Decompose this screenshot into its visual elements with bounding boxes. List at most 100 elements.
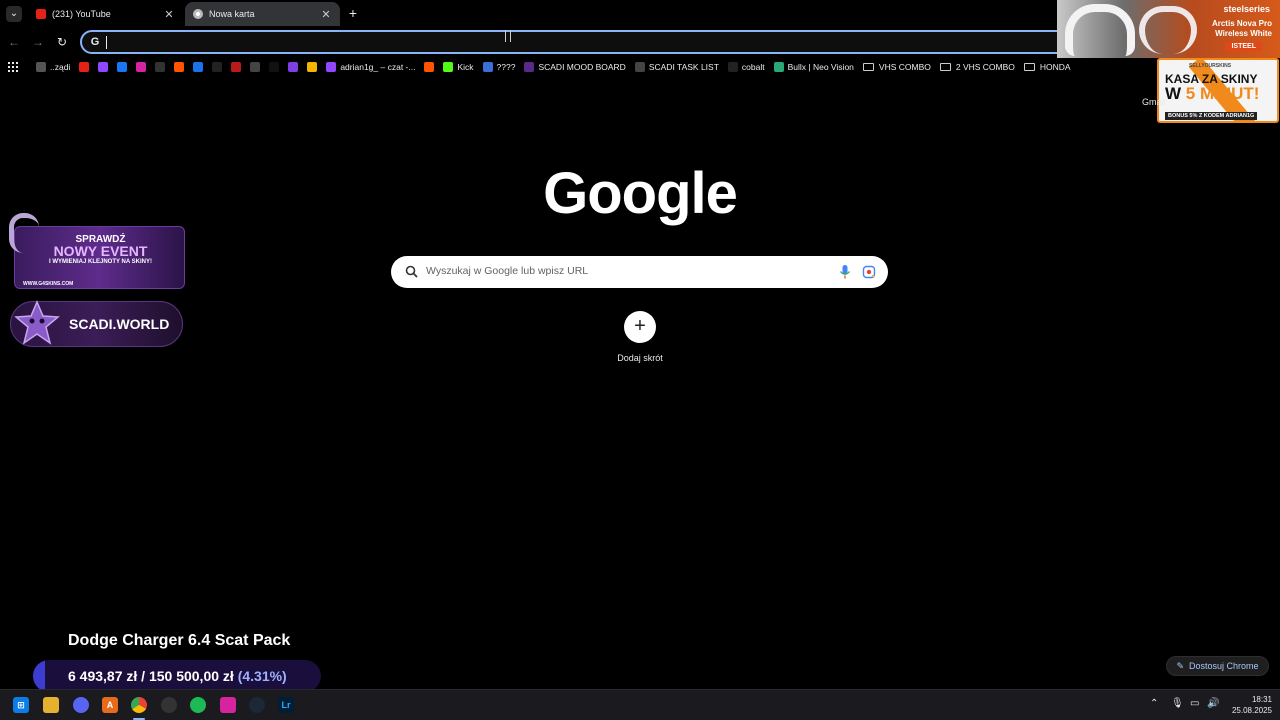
search-placeholder: Wyszukaj w Google lub wpisz URL [426,265,589,277]
add-shortcut-label: Dodaj skrót [617,353,663,363]
ad-site: WWW.G4SKINS.COM [23,281,74,287]
bookmark-favicon-icon [36,62,46,72]
bookmark-label: ???? [496,62,516,72]
goal-progress-text: 6 493,87 zł / 150 500,00 zł (4.31%) [68,668,287,684]
volume-icon[interactable]: 🔊 [1207,698,1219,709]
back-arrow-icon[interactable]: ← [6,34,22,50]
bookmark-folder[interactable]: HONDA [1023,62,1071,72]
chrome-icon[interactable] [131,697,147,713]
bookmark-label: SCADI MOOD BOARD [538,62,626,72]
bookmark-favicon-icon [524,62,535,72]
ad-label: SCADI.WORLD [69,316,170,332]
bookmark-folder[interactable]: VHS COMBO [862,62,931,72]
tab-youtube[interactable]: (231) YouTube ✕ [28,2,183,26]
obs-icon[interactable] [161,697,177,713]
bookmark-item[interactable]: SCADI TASK LIST [634,62,719,72]
ad-line: I WYMIENIAJ KLEJNOTY NA SKINY! [48,259,152,265]
network-icon[interactable]: ▭ [1190,698,1199,709]
gmail-link[interactable]: Gmail [1142,97,1166,107]
bookmark-favicon-icon [117,62,128,72]
bookmark-favicon-icon [773,62,784,72]
system-clock[interactable]: 18:31 25.08.2025 [1226,694,1272,716]
ad-headline: NOWY EVENT [53,243,148,259]
bookmark-item[interactable]: Kick [443,62,474,72]
bookmark-item[interactable]: cobalt [727,62,765,72]
bookmark-item[interactable] [155,62,166,72]
spotify-icon[interactable] [190,697,206,713]
microphone-icon[interactable]: 🎙 [1171,698,1184,709]
bookmark-item[interactable] [231,62,242,72]
bookmark-item[interactable]: ???? [482,62,516,72]
bookmark-favicon-icon [136,62,147,72]
close-icon[interactable]: ✕ [163,8,175,21]
address-bar[interactable]: G [80,30,1070,54]
app-icon[interactable] [220,697,236,713]
bookmark-favicon-icon [288,62,299,72]
tab-title: (231) YouTube [52,9,111,19]
folder-icon [939,63,951,71]
bookmark-favicon-icon [212,62,223,72]
bookmark-folder[interactable]: 2 VHS COMBO [939,62,1015,72]
bookmark-item[interactable] [288,62,299,72]
new-tab-button[interactable]: + [346,5,360,21]
tray-chevron-up-icon[interactable]: ⌃ [1150,698,1158,709]
chrome-icon [193,9,203,19]
bookmark-item[interactable] [424,62,435,72]
bookmark-label: Kick [457,62,474,72]
ad-brand: steelseries [1223,4,1270,14]
google-lens-icon[interactable] [862,264,876,280]
bookmark-label: cobalt [741,62,765,72]
search-icon [405,265,418,278]
bookmark-item[interactable]: Bullx | Neo Vision [773,62,854,72]
ad-brand: SELLYOURSKINS [1189,63,1232,69]
bookmark-item[interactable] [212,62,223,72]
tab-search-button[interactable]: ⌄ [6,6,22,22]
headset-image [1139,6,1197,54]
app-a-icon[interactable]: A [102,697,118,713]
bookmark-item[interactable] [117,62,128,72]
bookmark-item[interactable] [79,62,90,72]
ad-headline: W 5 MINUT! [1165,84,1260,103]
bookmark-item[interactable]: ..ządi [36,62,70,72]
bookmark-item[interactable] [193,62,204,72]
microphone-icon[interactable] [838,264,852,280]
tab-title: Nowa karta [209,9,255,19]
goal-title: Dodge Charger 6.4 Scat Pack [68,632,291,649]
bookmark-item[interactable]: SCADI MOOD BOARD [524,62,626,72]
search-box[interactable]: Wyszukaj w Google lub wpisz URL [391,256,888,288]
close-icon[interactable]: ✕ [320,8,332,21]
bookmark-favicon-icon [231,62,242,72]
bookmark-favicon-icon [727,62,738,72]
goal-progress-bar: 6 493,87 zł / 150 500,00 zł (4.31%) [33,660,321,692]
folder-icon [862,63,874,71]
reload-icon[interactable]: ↻ [54,34,70,50]
headset-image [1065,4,1135,56]
bookmark-item[interactable] [98,62,109,72]
bookmark-favicon-icon [269,62,280,72]
ad-code: ISTEEL [1225,42,1262,51]
bookmark-item[interactable] [307,62,318,72]
forward-arrow-icon[interactable]: → [30,34,46,50]
customize-chrome-button[interactable]: ✎ Dostosuj Chrome [1166,656,1269,676]
google-logo: Google [543,161,738,226]
pencil-icon: ✎ [1176,660,1184,671]
file-explorer-icon[interactable] [43,697,59,713]
tab-new-tab[interactable]: Nowa karta ✕ [185,2,340,26]
bookmark-favicon-icon [155,62,166,72]
bookmark-item[interactable] [269,62,280,72]
bookmark-label: SCADI TASK LIST [648,62,719,72]
lightroom-icon[interactable]: Lr [278,697,294,713]
bookmark-item[interactable] [250,62,261,72]
windows-start-icon[interactable]: ⊞ [13,697,29,713]
apps-grid-icon[interactable] [8,62,18,72]
bookmark-favicon-icon [250,62,261,72]
steam-icon[interactable] [249,697,265,713]
add-shortcut-button[interactable]: + [624,311,656,343]
bookmark-item[interactable] [136,62,147,72]
bookmark-item[interactable] [174,62,185,72]
bookmark-favicon-icon [482,62,493,72]
sellyourskins-ad: SELLYOURSKINS KASA ZA SKINY W 5 MINUT! B… [1157,58,1279,123]
google-g-icon: G [90,36,100,48]
discord-icon[interactable] [73,697,89,713]
bookmark-item[interactable]: adrian1g_ – czat -... [326,62,415,72]
